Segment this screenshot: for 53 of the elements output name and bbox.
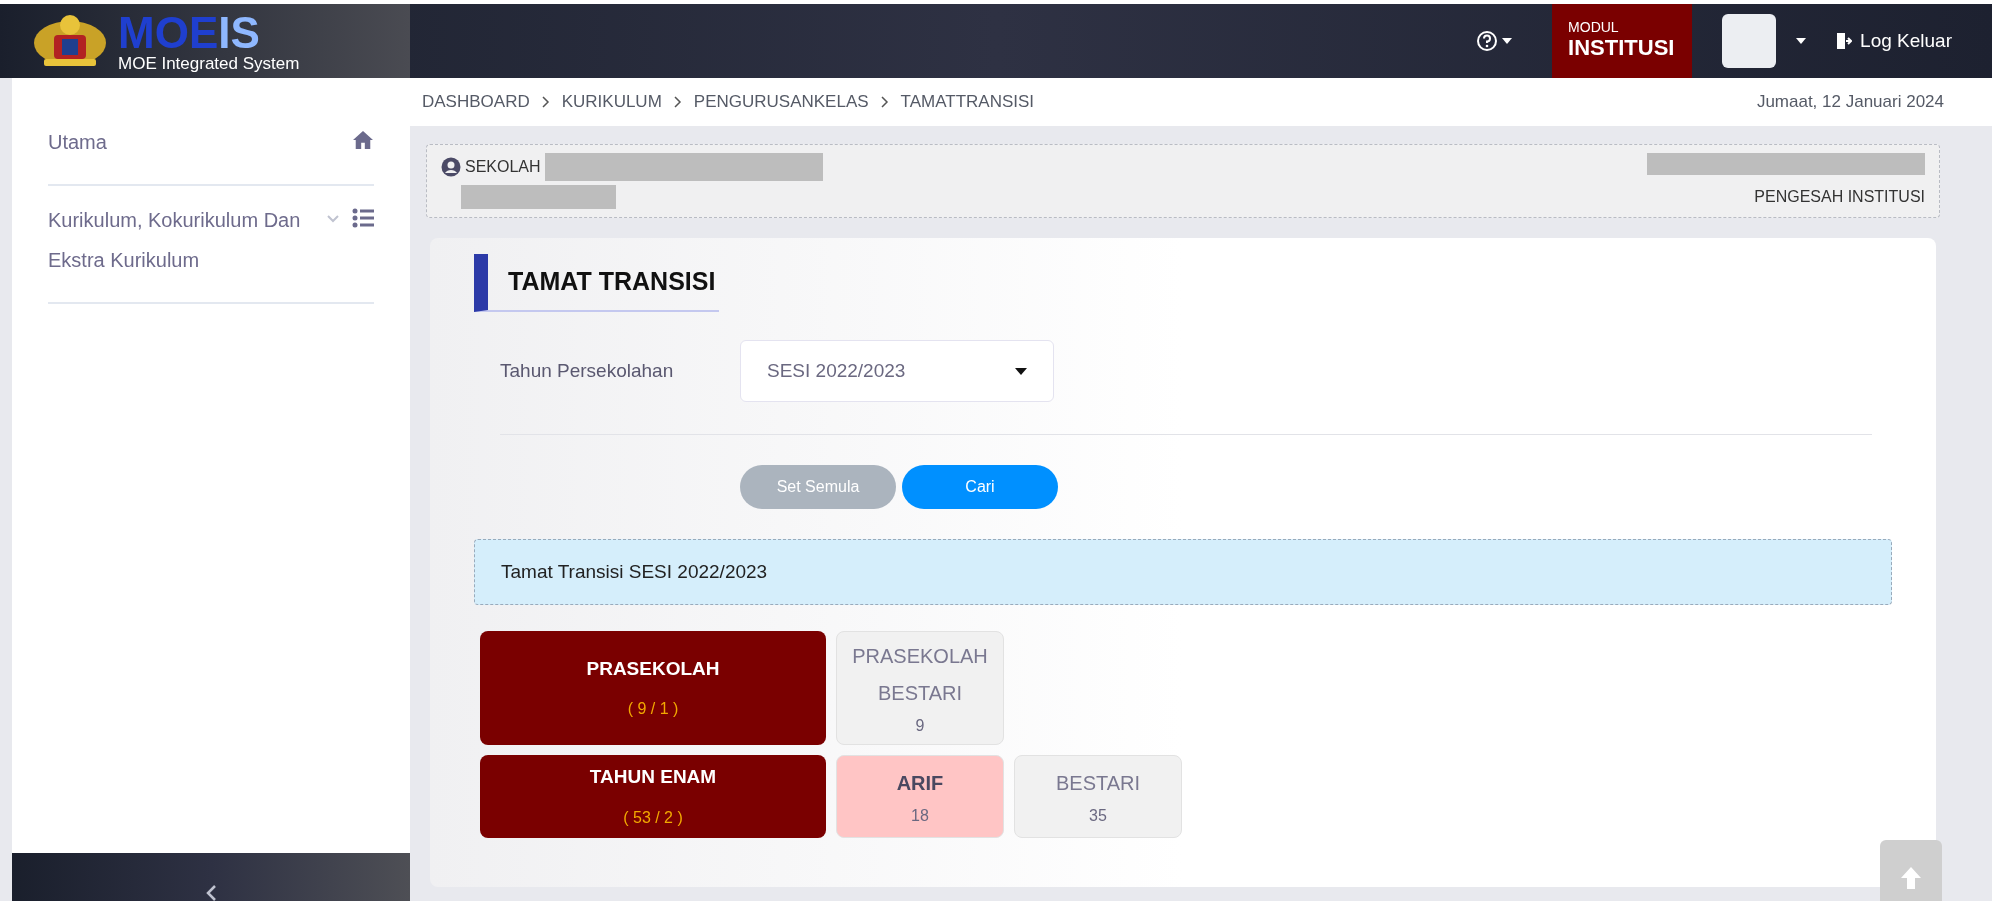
class-count: 35	[1089, 805, 1107, 826]
logout-icon	[1836, 32, 1853, 50]
caret-icon	[1015, 367, 1027, 375]
caret-icon	[1502, 38, 1513, 44]
class-tile[interactable]: ARIF 18	[836, 755, 1004, 838]
level-name: PRASEKOLAH	[586, 656, 720, 681]
logo-subtitle: MOE Integrated System	[118, 54, 300, 72]
sidebar-item-label: Kurikulum, Kokurikulum Dan Ekstra Kurikulum	[48, 208, 302, 273]
level-tile[interactable]: PRASEKOLAH ( 9 / 1 )	[480, 631, 826, 745]
sidebar-item[interactable]: Kurikulum, Kokurikulum Dan Ekstra Kurikulum	[48, 186, 374, 304]
level-count: ( 9 / 1 )	[627, 699, 679, 720]
search-button[interactable]: Cari	[902, 465, 1058, 509]
chevron-right-icon	[880, 96, 889, 108]
result-title: Tamat Transisi SESI 2022/2023	[501, 559, 768, 584]
sidebar-item-label: Utama	[48, 130, 108, 155]
help-icon	[1476, 30, 1499, 52]
session-select[interactable]: SESI 2022/2023	[740, 340, 1054, 402]
date-text: Jumaat, 12 Januari 2024	[1756, 91, 1944, 114]
avatar	[1722, 14, 1777, 68]
module-label: MODUL	[1568, 20, 1620, 35]
school-label: SEKOLAH	[465, 157, 541, 177]
level-name: TAHUN ENAM	[589, 765, 717, 789]
logout-button[interactable]: Log Keluar	[1836, 26, 1952, 56]
list-icon	[352, 208, 374, 228]
level-count: ( 53 / 2 )	[623, 807, 683, 828]
breadcrumb-link[interactable]: TAMATTRANSISI	[900, 89, 1035, 115]
caret-icon	[1796, 38, 1807, 44]
arrow-up-icon	[1901, 866, 1921, 889]
home-icon	[352, 130, 374, 150]
class-count: 18	[911, 805, 929, 826]
field-label: Tahun Persekolahan	[500, 358, 675, 383]
level-tile[interactable]: TAHUN ENAM ( 53 / 2 )	[480, 755, 826, 838]
class-count: 9	[915, 716, 925, 736]
breadcrumb-link[interactable]: KURIKULUM	[561, 89, 662, 115]
help-button[interactable]	[1476, 30, 1513, 52]
sidebar-item[interactable]: Utama	[48, 108, 374, 186]
chevron-right-icon	[673, 96, 682, 108]
user-icon	[441, 157, 461, 177]
class-name: ARIF	[896, 770, 944, 796]
logo-text: MOE	[118, 10, 219, 55]
breadcrumb-link[interactable]: PENGURUSANKELAS	[693, 89, 869, 115]
class-tile[interactable]: BESTARI 35	[1014, 755, 1182, 838]
chevron-right-icon	[541, 96, 550, 108]
class-name: BESTARI	[1055, 770, 1141, 796]
module-name: INSTITUSI	[1568, 34, 1676, 62]
role-text: PENGESAH INSTITUSI	[1754, 187, 1925, 207]
class-tile[interactable]: PRASEKOLAH BESTARI 9	[836, 631, 1004, 745]
section-title: TAMAT TRANSISI	[508, 266, 716, 298]
chevron-left-icon	[205, 885, 217, 901]
user-menu-button[interactable]	[1722, 14, 1807, 68]
logo-text: IS	[218, 10, 260, 55]
class-name: PRASEKOLAH BESTARI	[851, 644, 989, 706]
breadcrumb-link[interactable]: DASHBOARD	[422, 89, 530, 115]
